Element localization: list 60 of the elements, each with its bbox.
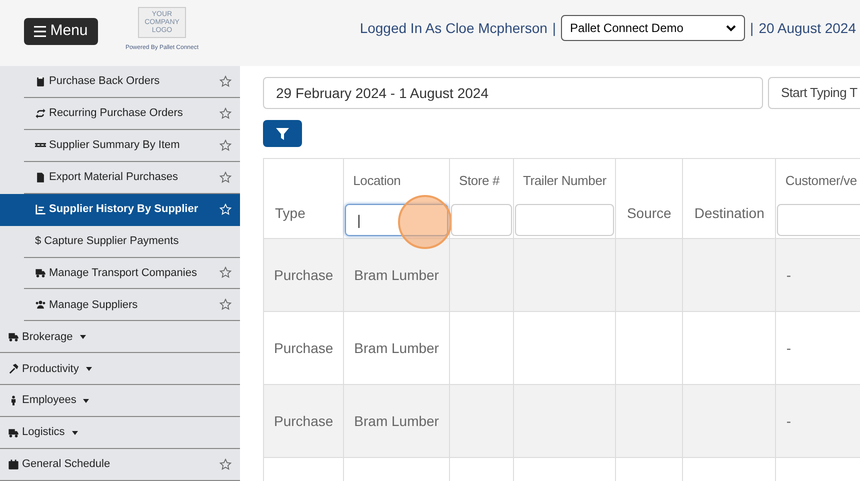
date-range-field[interactable]: 29 February 2024 - 1 August 2024	[263, 77, 763, 109]
column-header: Destination	[694, 204, 764, 223]
table-cell: -	[786, 412, 792, 428]
sidebar-item[interactable]: Manage Transport Companies	[0, 258, 240, 290]
sidebar-item[interactable]: Logistics	[0, 417, 240, 450]
table-cell: Purchase	[274, 266, 334, 282]
column-header: Source	[626, 204, 672, 223]
truck-icon	[35, 267, 46, 278]
column-header: Type	[275, 204, 306, 223]
column-header: Location	[352, 172, 402, 190]
company-select[interactable]: Pallet Connect Demo	[561, 15, 746, 41]
filter-field[interactable]: |	[345, 204, 448, 236]
sidebar-item[interactable]: Brokerage	[0, 321, 240, 354]
star-icon[interactable]	[219, 458, 232, 472]
filter-icon	[276, 128, 289, 140]
star-icon[interactable]	[219, 106, 232, 120]
star-icon[interactable]	[219, 298, 232, 312]
sidebar-item[interactable]: General Schedule	[0, 449, 240, 481]
separator-text: |	[750, 18, 754, 38]
table-cell: -	[786, 340, 792, 356]
truck-icon	[8, 427, 19, 438]
separator-text: |	[552, 18, 556, 38]
table-cell: Bram Lumber	[354, 266, 439, 282]
file-icon	[35, 172, 46, 183]
calendar-icon	[8, 459, 19, 470]
column-header: Trailer Number	[522, 172, 608, 190]
table-cell: -	[786, 266, 792, 282]
table-cell: Bram Lumber	[354, 340, 439, 356]
table-cell: Bram Lumber	[354, 412, 439, 428]
filter-field[interactable]	[450, 204, 512, 236]
repeat-icon	[35, 108, 46, 119]
star-icon[interactable]	[219, 138, 232, 152]
sidebar-item[interactable]: Supplier History By Supplier	[0, 194, 240, 226]
star-icon[interactable]	[219, 74, 232, 88]
filter-field[interactable]	[514, 204, 614, 236]
sidebar-item[interactable]: Purchase Back Orders	[0, 66, 240, 98]
filter-field[interactable]	[777, 204, 860, 236]
chevron-down-icon	[726, 24, 736, 32]
chart-icon	[35, 204, 46, 216]
caret-down-icon	[80, 334, 86, 339]
caret-down-icon	[72, 430, 78, 435]
pallet-icon	[35, 143, 46, 148]
column-header: Store #	[458, 172, 501, 190]
caret-down-icon	[83, 398, 90, 403]
caret-down-icon	[86, 366, 92, 371]
truck-icon	[8, 331, 19, 342]
filter-button[interactable]	[263, 120, 302, 147]
menu-icon	[34, 26, 46, 37]
column-header: Customer/ve	[784, 172, 858, 190]
hammer-icon	[8, 363, 19, 374]
star-icon[interactable]	[219, 170, 232, 184]
date-text: 20 August 2024	[758, 18, 856, 38]
menu-button[interactable]: Menu	[24, 18, 98, 45]
star-icon[interactable]	[219, 266, 232, 280]
search-field[interactable]: Start Typing T	[768, 77, 860, 109]
users-icon	[35, 299, 46, 310]
table-cell: Purchase	[274, 412, 334, 428]
logged-in-text: Logged In As Cloe Mcpherson	[360, 18, 548, 38]
clipboard-icon	[35, 76, 46, 87]
table-cell: Purchase	[274, 340, 334, 356]
